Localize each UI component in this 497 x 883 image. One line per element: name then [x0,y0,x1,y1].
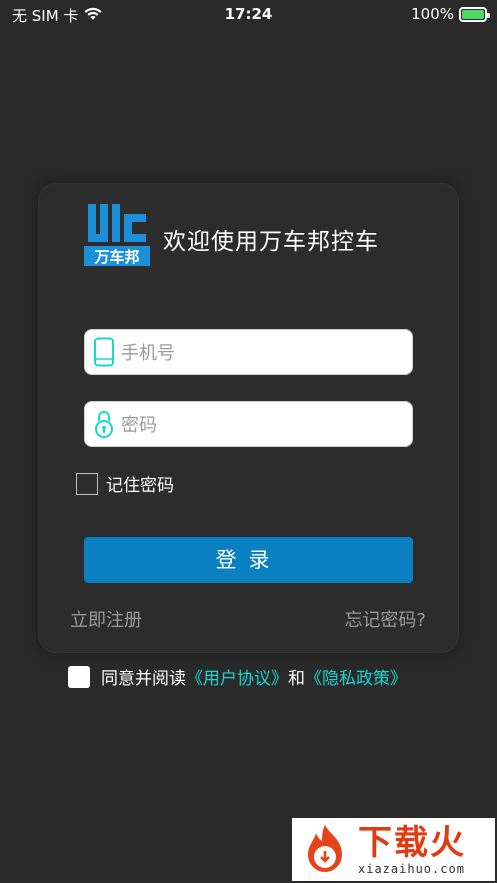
phone-placeholder: 手机号 [121,343,175,364]
remember-checkbox[interactable] [76,472,98,495]
phone-field[interactable]: 手机号 [84,329,413,375]
login-screen: 无 SIM 卡 17:24 100% 万车邦 欢迎使用万车邦控车 手机号 密码 … [0,0,497,883]
watermark-en: xiazaihuo.com [358,861,465,876]
password-placeholder: 密码 [121,415,157,436]
watermark: 下载火 xiazaihuo.com [292,818,495,881]
agreement-checkbox[interactable] [68,665,90,688]
remember-label: 记住密码 [106,476,174,496]
privacy-policy-link[interactable]: 《隐私政策》 [305,664,407,689]
welcome-title: 欢迎使用万车邦控车 [163,229,379,255]
agreement-prefix: 同意并阅读 [101,669,186,689]
battery-icon [459,6,490,22]
flame-logo-icon [296,821,354,879]
remember-password[interactable]: 记住密码 [76,471,174,496]
forgot-password-link[interactable]: 忘记密码? [344,606,426,632]
watermark-text: 下载火 xiazaihuo.com [358,824,466,876]
agreement-row: 同意并阅读 《用户协议》 和 《隐私政策》 [68,664,407,689]
password-field[interactable]: 密码 [84,401,413,447]
battery-percent: 100% [411,5,454,23]
status-right: 100% [411,5,490,23]
login-button[interactable]: 登录 [84,537,413,583]
agreement-conjunction: 和 [288,669,305,689]
logo-text: 万车邦 [93,248,139,266]
status-bar: 无 SIM 卡 17:24 100% [0,0,497,30]
register-link[interactable]: 立即注册 [70,606,142,632]
user-agreement-link[interactable]: 《用户协议》 [186,664,288,689]
app-logo: 万车邦 [84,200,150,268]
phone-icon [87,337,121,367]
watermark-cn: 下载火 [358,822,466,863]
lock-icon [87,409,121,439]
